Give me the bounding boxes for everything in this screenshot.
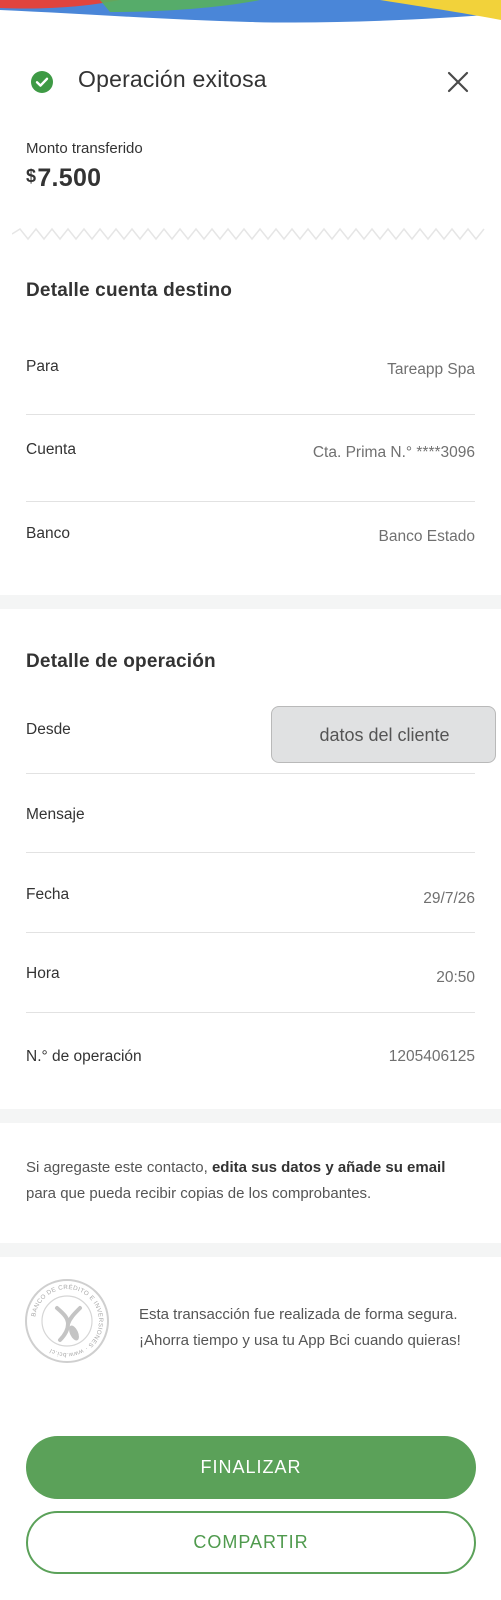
row-label: Banco <box>26 525 70 542</box>
receipt-edge-divider <box>12 227 485 241</box>
note-bold-text: edita sus datos y añade su email <box>211 1159 446 1176</box>
divider <box>26 773 475 774</box>
currency-symbol: $ <box>26 166 37 186</box>
section-separator <box>0 1109 501 1123</box>
row-label: Fecha <box>26 886 70 903</box>
row-label: Para <box>26 358 59 375</box>
row-value: Cta. Prima N.° ****3096 <box>312 444 475 461</box>
header: Operación exitosa <box>0 58 501 104</box>
top-decorative-wave <box>0 0 501 23</box>
finalize-button[interactable]: FINALIZAR <box>26 1436 476 1499</box>
contact-note: Si agregaste este contacto, edita sus da… <box>26 1155 476 1207</box>
close-icon[interactable] <box>444 68 472 96</box>
row-value: 20:50 <box>436 969 475 986</box>
note-text: Si agregaste este contacto, <box>26 1159 212 1176</box>
row-label: Desde <box>26 721 71 738</box>
row-banco: Banco Banco Estado <box>26 525 475 555</box>
operation-section-title: Detalle de operación <box>26 651 216 672</box>
row-para: Para Tareapp Spa <box>26 358 475 388</box>
row-value: 1205406125 <box>388 1048 475 1065</box>
row-fecha: Fecha 29/7/26 <box>26 886 475 916</box>
row-label: Cuenta <box>26 441 76 458</box>
section-separator <box>0 595 501 609</box>
secure-transaction-text: Esta transacción fue realizada de forma … <box>139 1306 461 1349</box>
divider <box>26 1012 475 1013</box>
bci-seal-icon: BANCO DE CRÉDITO E INVERSIONES · www.bci… <box>25 1279 109 1363</box>
row-hora: Hora 20:50 <box>26 965 475 995</box>
page-title: Operación exitosa <box>78 66 267 92</box>
amount-label: Monto transferido <box>26 140 143 157</box>
row-label: Hora <box>26 965 60 982</box>
divider <box>26 852 475 853</box>
amount-value: $7.500 <box>26 164 101 193</box>
row-label: Mensaje <box>26 806 85 823</box>
row-label: N.° de operación <box>26 1048 142 1065</box>
row-value: Banco Estado <box>378 528 475 545</box>
success-check-icon <box>31 71 53 93</box>
row-mensaje: Mensaje <box>26 806 475 836</box>
client-data-text: datos del cliente <box>319 725 450 745</box>
row-numero-operacion: N.° de operación 1205406125 <box>26 1048 475 1078</box>
divider <box>26 414 475 415</box>
amount-number: 7.500 <box>37 164 102 192</box>
client-data-redaction: datos del cliente <box>271 706 496 763</box>
divider <box>26 932 475 933</box>
share-button[interactable]: COMPARTIR <box>26 1511 476 1574</box>
row-cuenta: Cuenta Cta. Prima N.° ****3096 <box>26 441 475 471</box>
row-value: 29/7/26 <box>423 890 475 907</box>
destination-section-title: Detalle cuenta destino <box>26 280 233 301</box>
divider <box>26 501 475 502</box>
note-text-end: para que pueda recibir copias de los com… <box>26 1185 372 1202</box>
section-separator <box>0 1243 501 1257</box>
row-value: Tareapp Spa <box>387 361 475 378</box>
